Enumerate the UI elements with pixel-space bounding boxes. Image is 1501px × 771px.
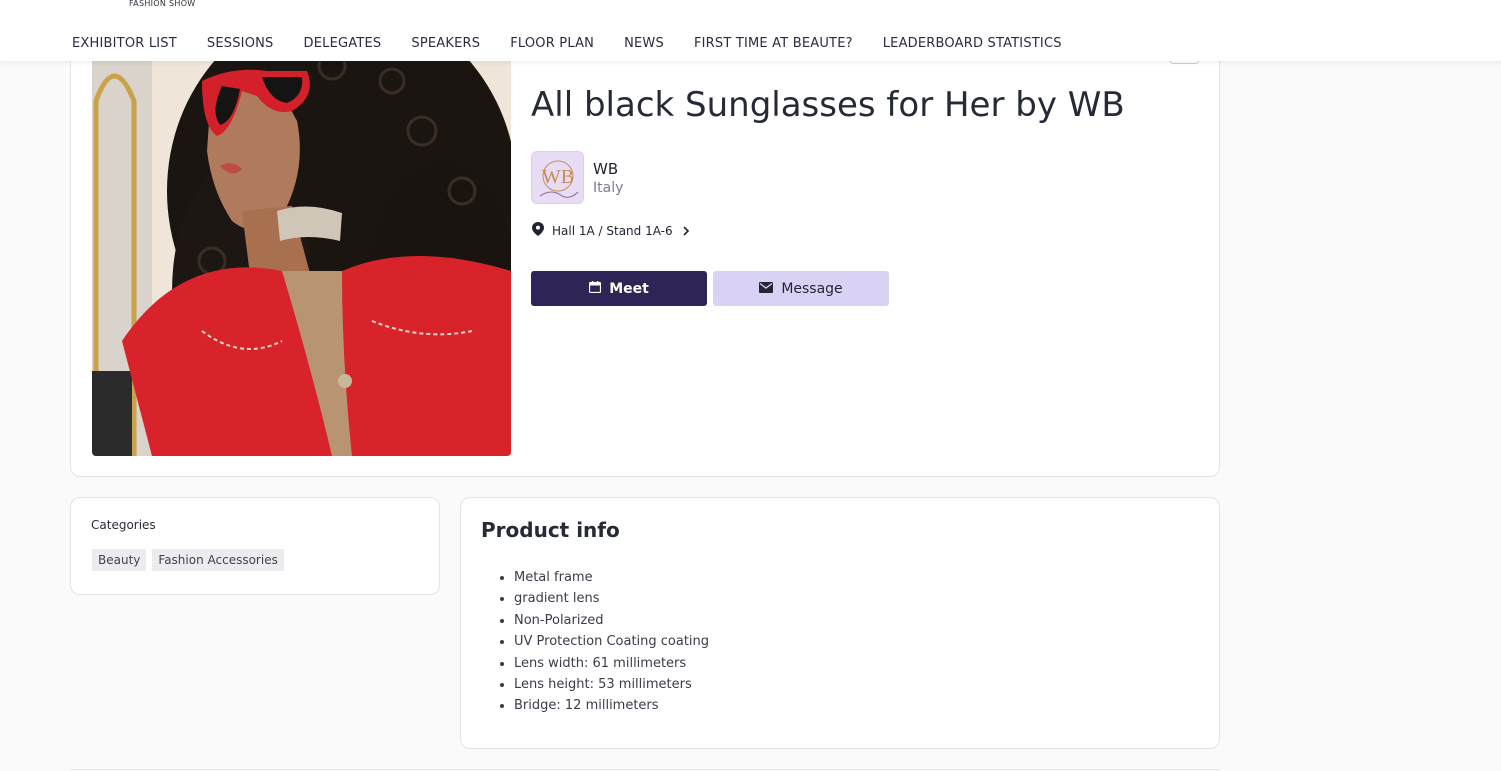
category-chips: Beauty Fashion Accessories: [92, 549, 284, 571]
nav-speakers[interactable]: SPEAKERS: [411, 36, 480, 51]
nav-floor-plan[interactable]: FLOOR PLAN: [510, 36, 594, 51]
company-country: Italy: [593, 180, 624, 196]
top-bar: FASHION SHOW EXHIBITOR LIST SESSIONS DEL…: [0, 0, 1501, 61]
logo-letters: WB: [542, 166, 574, 188]
chevron-right-icon: [681, 221, 691, 240]
product-hero-card: All black Sunglasses for Her by WB WB WB…: [70, 20, 1220, 477]
nav-delegates[interactable]: DELEGATES: [304, 36, 382, 51]
company-name[interactable]: WB: [593, 160, 618, 178]
company-logo[interactable]: WB: [531, 151, 584, 204]
categories-card: Categories Beauty Fashion Accessories: [70, 497, 440, 595]
product-photo: [92, 41, 511, 456]
category-chip[interactable]: Beauty: [92, 549, 147, 571]
nav-exhibitor-list[interactable]: EXHIBITOR LIST: [72, 36, 177, 51]
stand-location-link[interactable]: Hall 1A / Stand 1A-6: [532, 221, 691, 240]
meet-button-label: Meet: [609, 280, 649, 297]
main-nav: EXHIBITOR LIST SESSIONS DELEGATES SPEAKE…: [72, 36, 1062, 51]
product-info-card: Product info Metal frame gradient lens N…: [460, 497, 1220, 749]
stand-label: Hall 1A / Stand 1A-6: [552, 223, 673, 238]
location-pin-icon: [532, 221, 544, 240]
product-info-title: Product info: [481, 518, 620, 542]
list-item: Metal frame: [498, 567, 709, 588]
list-item: Lens width: 61 millimeters: [498, 653, 709, 674]
list-item: UV Protection Coating coating: [498, 631, 709, 652]
list-item: gradient lens: [498, 588, 709, 609]
calendar-icon: [589, 280, 602, 297]
message-button[interactable]: Message: [713, 271, 889, 306]
product-info-list: Metal frame gradient lens Non-Polarized …: [498, 567, 709, 717]
list-item: Bridge: 12 millimeters: [498, 695, 709, 716]
brand-subtitle[interactable]: FASHION SHOW: [129, 0, 196, 8]
logo-mark: WB: [532, 152, 583, 203]
categories-title: Categories: [91, 518, 156, 532]
product-image[interactable]: [92, 41, 511, 456]
nav-news[interactable]: NEWS: [624, 36, 664, 51]
next-card-edge: [70, 769, 1220, 770]
nav-sessions[interactable]: SESSIONS: [207, 36, 274, 51]
mail-icon: [759, 281, 774, 297]
category-chip[interactable]: Fashion Accessories: [152, 549, 284, 571]
meet-button[interactable]: Meet: [531, 271, 707, 306]
product-title: All black Sunglasses for Her by WB: [531, 85, 1125, 125]
list-item: Non-Polarized: [498, 610, 709, 631]
nav-first-time[interactable]: FIRST TIME AT BEAUTE?: [694, 36, 853, 51]
message-button-label: Message: [781, 280, 843, 297]
list-item: Lens height: 53 millimeters: [498, 674, 709, 695]
nav-leaderboard[interactable]: LEADERBOARD STATISTICS: [883, 36, 1062, 51]
